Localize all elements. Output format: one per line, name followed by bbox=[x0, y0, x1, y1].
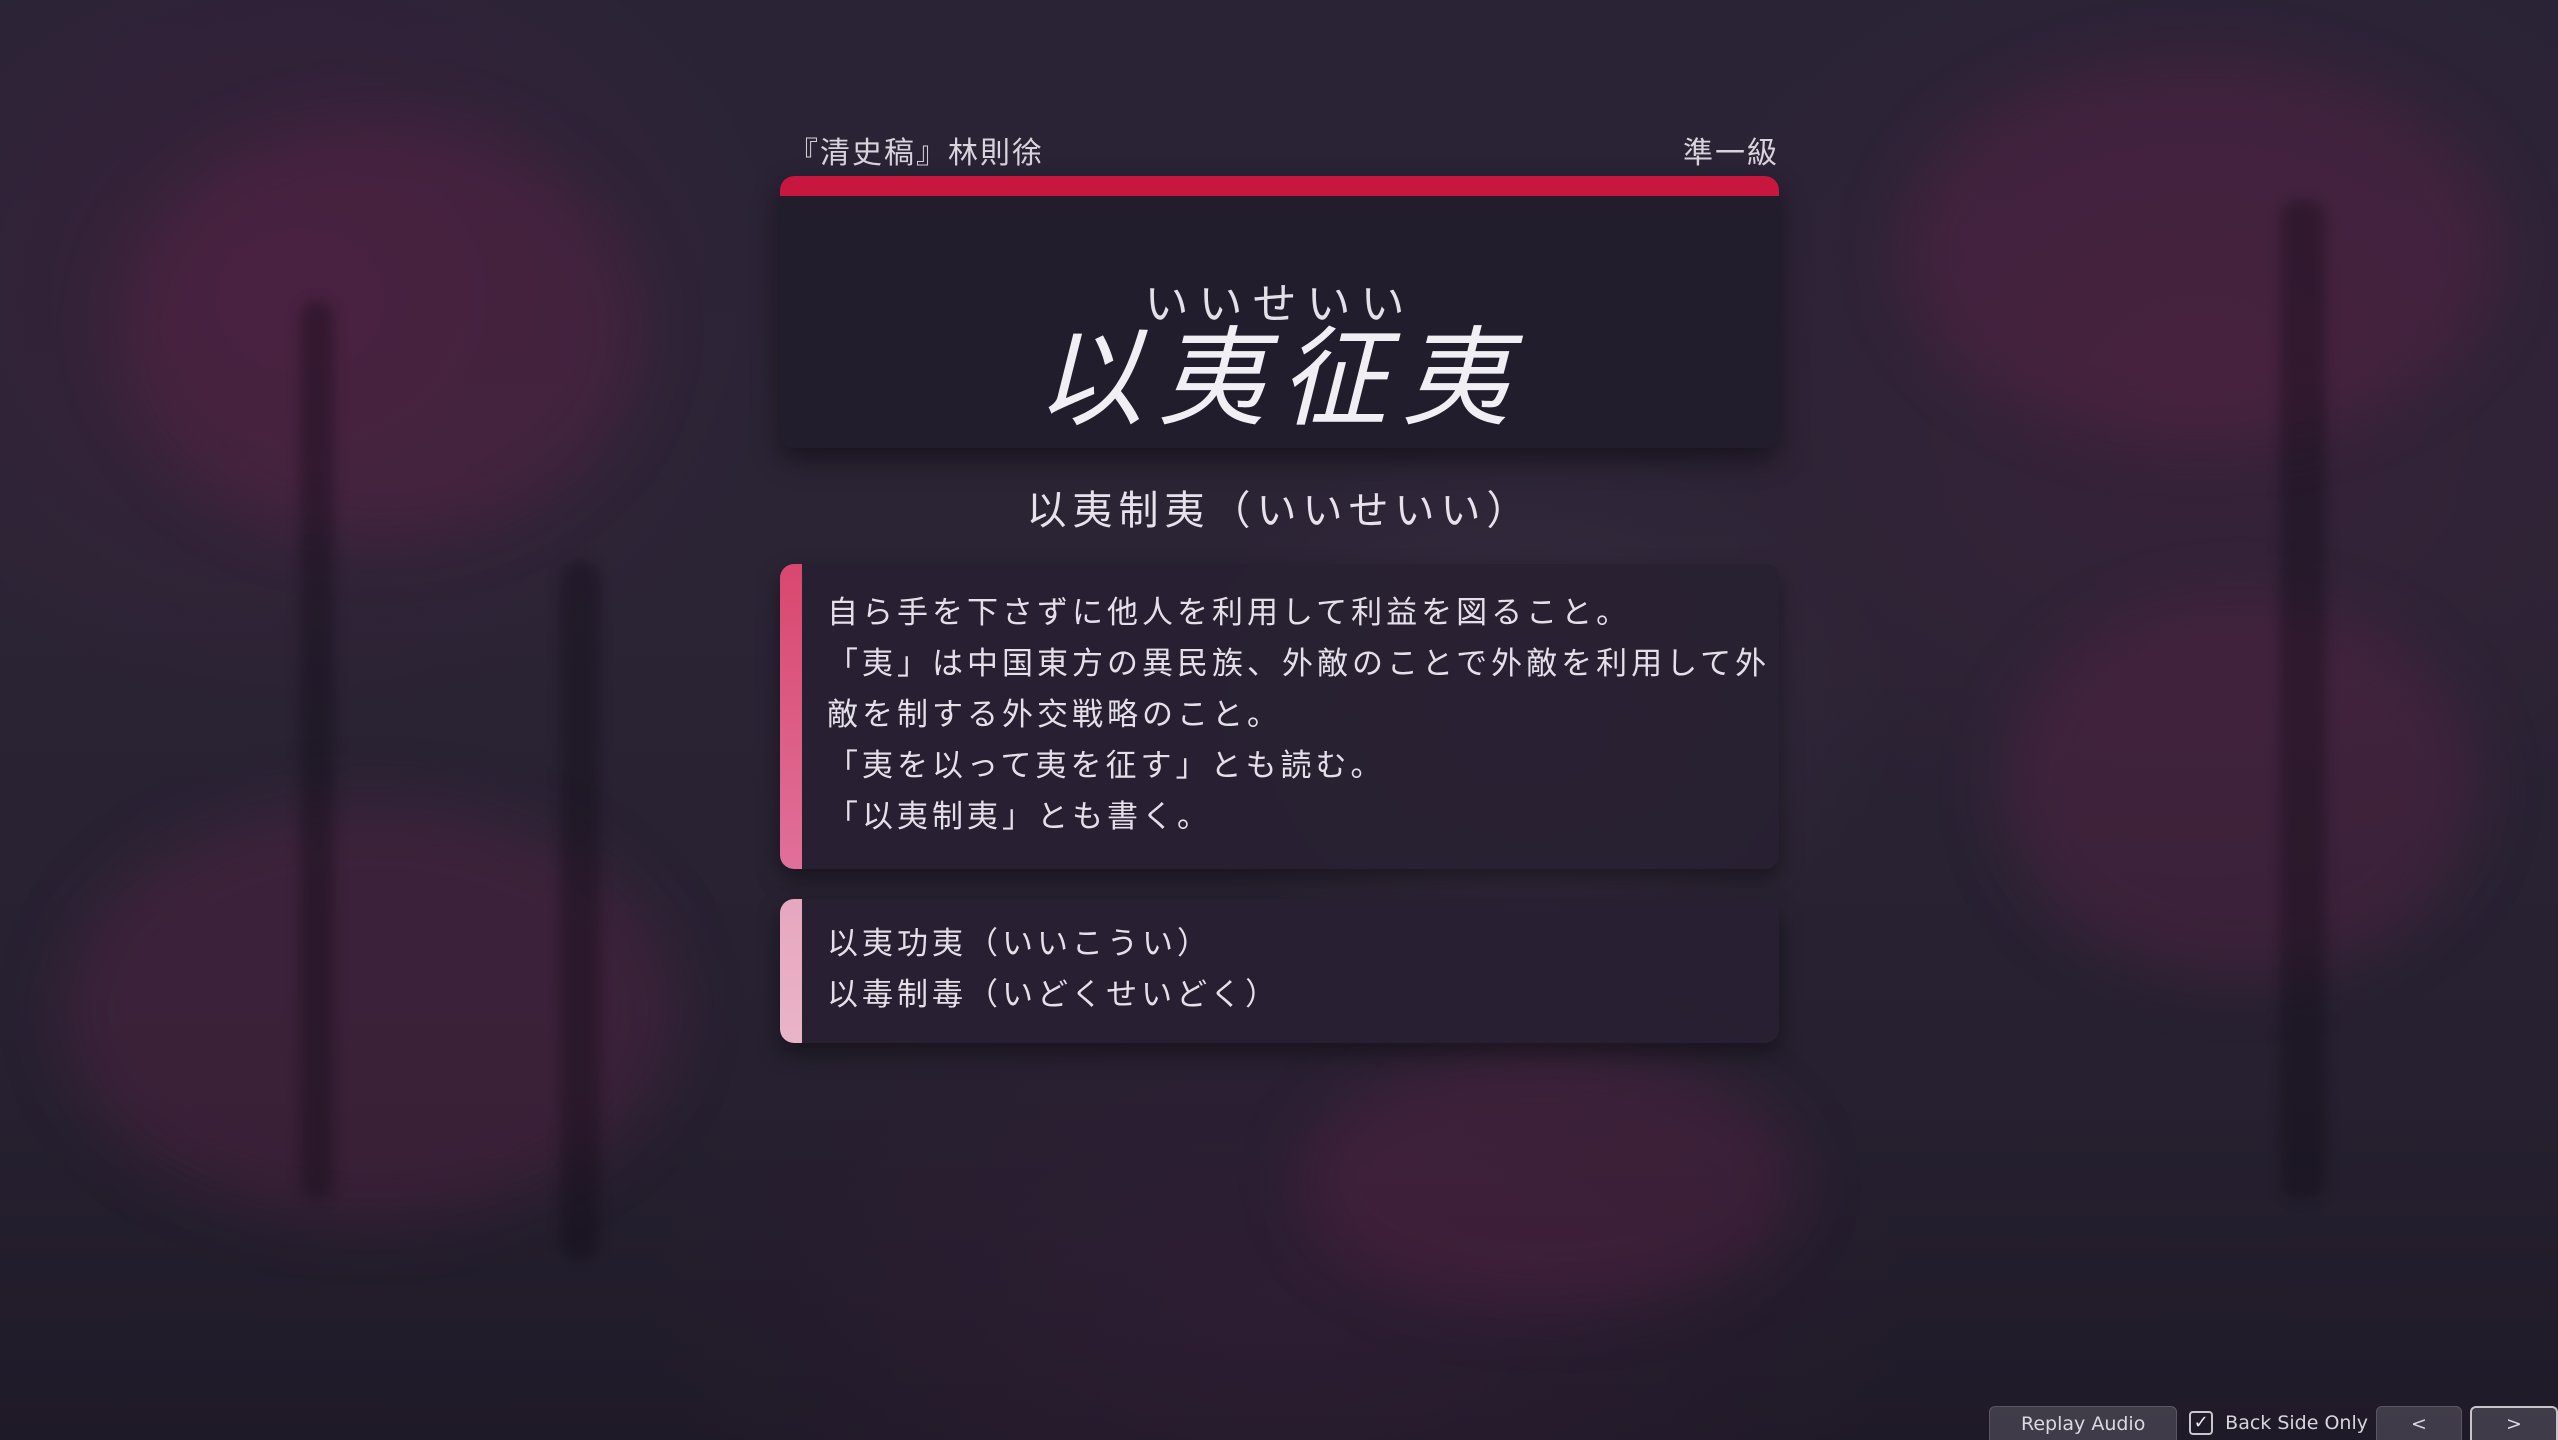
flashcard: 『清史稿』林則徐 準一級 いいせいい 以夷征夷 以夷制夷（いいせいい） 自ら手を… bbox=[780, 120, 1779, 1043]
background-foliage bbox=[120, 120, 640, 540]
related-line: 以毒制毒（いどくせいどく） bbox=[827, 977, 1281, 1013]
front-idiom: 以夷征夷 bbox=[1035, 317, 1524, 442]
meaning-side-bar bbox=[780, 564, 802, 869]
background-foliage bbox=[1900, 60, 2500, 440]
previous-button[interactable]: < bbox=[2376, 1406, 2462, 1440]
background-foliage bbox=[2000, 600, 2480, 980]
background-foliage bbox=[1300, 1050, 1800, 1310]
next-button[interactable]: > bbox=[2470, 1406, 2558, 1440]
background-trunk bbox=[560, 560, 600, 1260]
answer-line: 以夷制夷（いいせいい） bbox=[1026, 488, 1533, 534]
meaning-line: 敵を制する外交戦略のこと。 bbox=[827, 697, 1282, 733]
related-card: 以夷功夷（いいこうい） 以毒制毒（いどくせいどく） bbox=[780, 899, 1779, 1043]
back-side-only-label: Back Side Only bbox=[2225, 1412, 2368, 1434]
grade-label: 準一級 bbox=[1683, 136, 1779, 171]
meaning-line: 「以夷制夷」とも書く。 bbox=[827, 799, 1212, 835]
meaning-card: 自ら手を下さずに他人を利用して利益を図ること。 「夷」は中国東方の異民族、外敵の… bbox=[780, 564, 1779, 869]
replay-audio-button[interactable]: Replay Audio bbox=[1989, 1406, 2178, 1440]
checkbox-checked-icon[interactable]: ✓ bbox=[2189, 1411, 2214, 1435]
front-card: いいせいい 以夷征夷 bbox=[780, 176, 1779, 448]
related-side-bar bbox=[780, 899, 802, 1043]
background-trunk bbox=[2280, 200, 2326, 1200]
meaning-line: 「夷を以って夷を征す」とも読む。 bbox=[827, 748, 1386, 784]
meaning-line: 「夷」は中国東方の異民族、外敵のことで外敵を利用して外 bbox=[827, 646, 1771, 682]
background-trunk bbox=[300, 300, 334, 1200]
source-label: 『清史稿』林則徐 bbox=[788, 136, 1044, 171]
related-line: 以夷功夷（いいこうい） bbox=[827, 926, 1212, 962]
accent-bar bbox=[780, 176, 1779, 196]
bottom-toolbar: Replay Audio ✓ Back Side Only < > bbox=[1981, 1406, 2558, 1440]
back-side-only-toggle[interactable]: ✓ Back Side Only bbox=[2189, 1406, 2368, 1440]
card-header: 『清史稿』林則徐 準一級 bbox=[780, 120, 1779, 176]
meaning-line: 自ら手を下さずに他人を利用して利益を図ること。 bbox=[827, 595, 1632, 631]
